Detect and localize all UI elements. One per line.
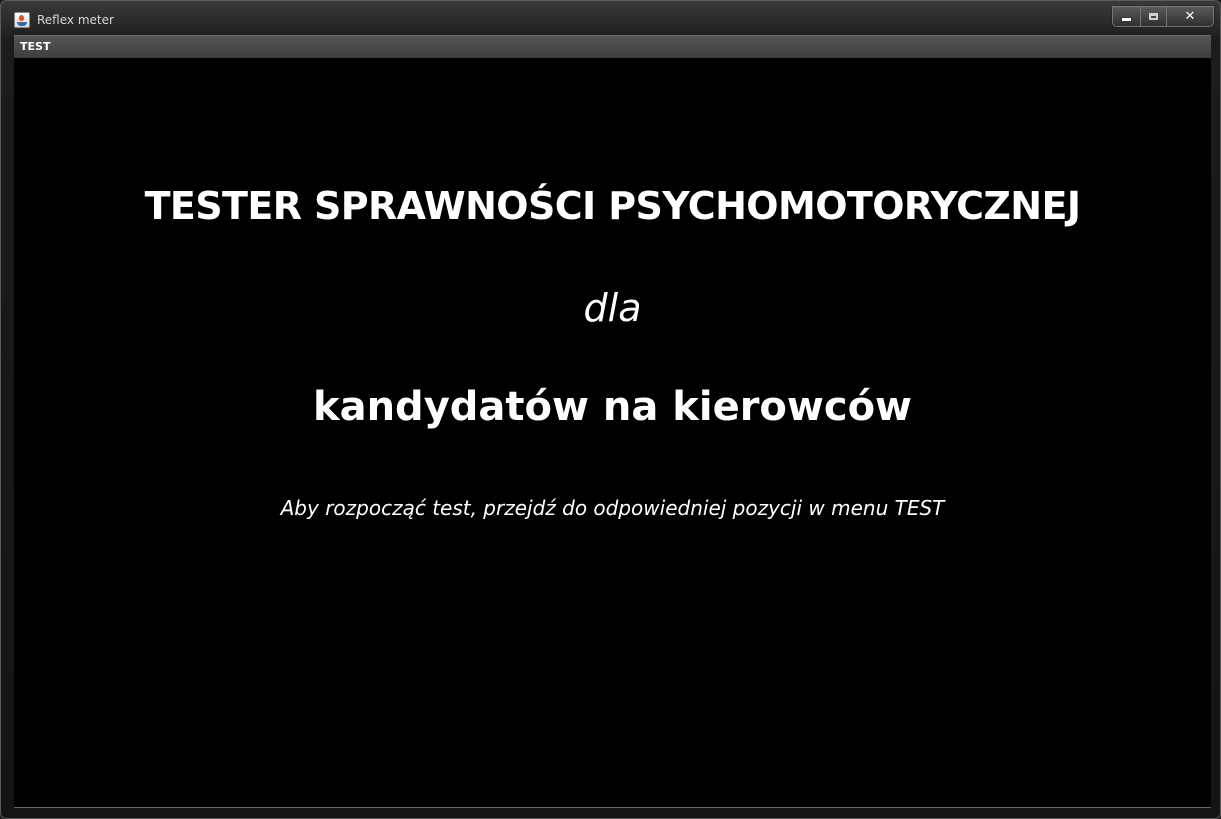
maximize-icon [1149,13,1158,20]
caption-buttons: ✕ [1112,6,1214,27]
window-title: Reflex meter [37,13,114,27]
menu-bar: TEST [14,35,1211,58]
page-subheading: dla [583,286,642,330]
main-panel: TESTER SPRAWNOŚCI PSYCHOMOTORYCZNEJ dla … [14,58,1211,808]
title-bar[interactable]: Reflex meter ✕ [1,1,1220,34]
target-group-heading: kandydatów na kierowców [312,384,913,430]
close-button[interactable]: ✕ [1166,7,1213,26]
page-heading: TESTER SPRAWNOŚCI PSYCHOMOTORYCZNEJ [144,184,1081,228]
app-window: Reflex meter ✕ TEST TESTER SPRAWNOŚCI PS… [0,0,1221,819]
java-app-icon[interactable] [14,12,30,28]
minimize-icon [1122,18,1131,21]
menu-item-test[interactable]: TEST [20,40,50,54]
close-icon: ✕ [1184,9,1196,24]
minimize-button[interactable] [1113,7,1140,26]
maximize-button[interactable] [1140,7,1166,26]
instruction-text: Aby rozpocząć test, przejdź do odpowiedn… [280,496,945,520]
